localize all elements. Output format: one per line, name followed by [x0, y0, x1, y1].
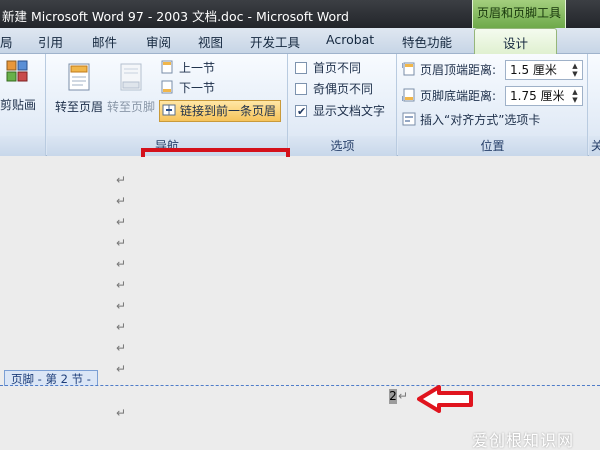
link-to-previous-button[interactable]: 链接到前一条页眉 [159, 100, 282, 122]
goto-footer-button[interactable]: 转至页脚 [106, 60, 156, 115]
different-first-page-label: 首页不同 [313, 61, 362, 75]
next-section-label: 下一节 [179, 81, 216, 95]
next-section-icon [161, 80, 175, 94]
link-icon [162, 103, 176, 117]
footer-bottom-distance-input[interactable]: 1.75 厘米 ▲ ▼ [505, 86, 583, 106]
header-top-distance-value: 1.5 厘米 [510, 63, 557, 77]
header-top-distance-label: 页眉顶端距离: [420, 63, 497, 77]
paragraph-mark: ↵ [116, 215, 127, 229]
title-bar: 新建 Microsoft Word 97 - 2003 文档.doc - Mic… [0, 0, 600, 28]
paragraph-mark: ↵ [116, 278, 127, 292]
navigation-group: 转至页眉 转至页脚 上一节 下一节 链接到前一条页眉 导航 [47, 54, 288, 156]
goto-footer-label: 转至页脚 [106, 100, 155, 114]
paragraph-mark: ↵ [116, 406, 127, 420]
goto-header-label: 转至页眉 [54, 100, 103, 114]
paragraph-mark: ↵ [398, 389, 409, 403]
options-group-label: 选项 [289, 136, 396, 156]
previous-section-icon [161, 60, 175, 74]
ribbon-tabs: 局 引用 邮件 审阅 视图 开发工具 Acrobat 特色功能 设计 [0, 28, 600, 55]
clip-art-button[interactable]: 剪贴画 [0, 60, 44, 113]
context-tab-header-footer-tools[interactable]: 页眉和页脚工具 [472, 0, 566, 28]
page-number-field[interactable]: 2 [389, 389, 397, 404]
different-odd-even-label: 奇偶页不同 [313, 82, 374, 96]
paragraph-mark: ↵ [116, 194, 127, 208]
header-top-spin-arrows[interactable]: ▲ ▼ [570, 62, 580, 78]
show-document-text-checkbox[interactable] [295, 103, 307, 121]
paragraph-mark: ↵ [116, 299, 127, 313]
paragraph-mark: ↵ [116, 362, 127, 376]
window-title: 新建 Microsoft Word 97 - 2003 文档.doc - Mic… [2, 9, 349, 24]
insert-alignment-tab-label: 插入“对齐方式”选项卡 [420, 113, 541, 127]
insert-group: 剪贴画 [0, 54, 46, 156]
alignment-tab-icon [402, 112, 416, 126]
different-odd-even-option[interactable]: 奇偶页不同 [295, 80, 373, 98]
show-document-text-option[interactable]: 显示文档文字 [295, 102, 386, 121]
insert-group-label [0, 136, 45, 156]
goto-footer-icon [115, 60, 147, 94]
footer-bottom-spin-arrows[interactable]: ▲ ▼ [570, 88, 580, 104]
tab-special-features[interactable]: 特色功能 [402, 32, 452, 51]
footer-section-tag: 页脚 - 第 2 节 - [4, 370, 98, 386]
footer-bottom-distance-label: 页脚底端距离: [420, 89, 497, 103]
different-odd-even-checkbox[interactable] [295, 83, 307, 95]
previous-section-button[interactable]: 上一节 [161, 59, 215, 77]
options-group: 首页不同 奇偶页不同 显示文档文字 选项 [289, 54, 397, 156]
paragraph-mark: ↵ [116, 257, 127, 271]
footer-bottom-distance-label-row: 页脚底端距离: [401, 87, 497, 105]
show-document-text-label: 显示文档文字 [313, 104, 386, 118]
different-first-page-option[interactable]: 首页不同 [295, 59, 361, 77]
goto-header-button[interactable]: 转至页眉 [52, 60, 106, 115]
tab-acrobat[interactable]: Acrobat [326, 32, 374, 47]
tab-layout[interactable]: 局 [0, 32, 13, 51]
header-top-distance-input[interactable]: 1.5 厘米 ▲ ▼ [505, 60, 583, 80]
goto-header-icon [63, 60, 95, 94]
previous-section-label: 上一节 [179, 61, 216, 75]
close-group-label: 关 [589, 136, 600, 156]
insert-alignment-tab-button[interactable]: 插入“对齐方式”选项卡 [402, 111, 540, 129]
different-first-page-checkbox[interactable] [295, 62, 307, 74]
footer-bottom-distance-value: 1.75 厘米 [510, 89, 565, 103]
paragraph-mark: ↵ [116, 320, 127, 334]
next-section-button[interactable]: 下一节 [161, 79, 215, 97]
clip-art-label: 剪贴画 [0, 98, 37, 112]
tab-review[interactable]: 审阅 [146, 32, 171, 51]
tab-mailings[interactable]: 邮件 [92, 32, 117, 51]
header-top-distance-label-row: 页眉顶端距离: [401, 61, 497, 79]
watermark: 爱创根知识网 [472, 431, 575, 450]
position-group: 页眉顶端距离: 1.5 厘米 ▲ ▼ 页脚底端距离: 1.75 厘米 ▲ ▼ 插入“… [398, 54, 588, 156]
close-group: 关 [589, 54, 600, 156]
arrow-left-icon [417, 385, 473, 413]
footer-distance-icon [401, 88, 416, 102]
paragraph-mark: ↵ [116, 341, 127, 355]
tab-view[interactable]: 视图 [198, 32, 223, 51]
footer-boundary-line [0, 385, 600, 386]
tab-references[interactable]: 引用 [38, 32, 63, 51]
ribbon: 剪贴画 转至页眉 转至页脚 上一节 下一节 链接到前一条页眉 导航 首页不同 奇… [0, 54, 600, 184]
link-to-previous-label: 链接到前一条页眉 [180, 104, 277, 118]
header-distance-icon [401, 62, 416, 76]
position-group-label: 位置 [398, 136, 587, 156]
tab-design[interactable]: 设计 [474, 28, 558, 55]
tab-developer[interactable]: 开发工具 [250, 32, 300, 51]
document-area[interactable] [0, 157, 600, 450]
clip-art-icon [6, 60, 28, 82]
paragraph-mark: ↵ [116, 236, 127, 250]
paragraph-mark: ↵ [116, 173, 127, 187]
